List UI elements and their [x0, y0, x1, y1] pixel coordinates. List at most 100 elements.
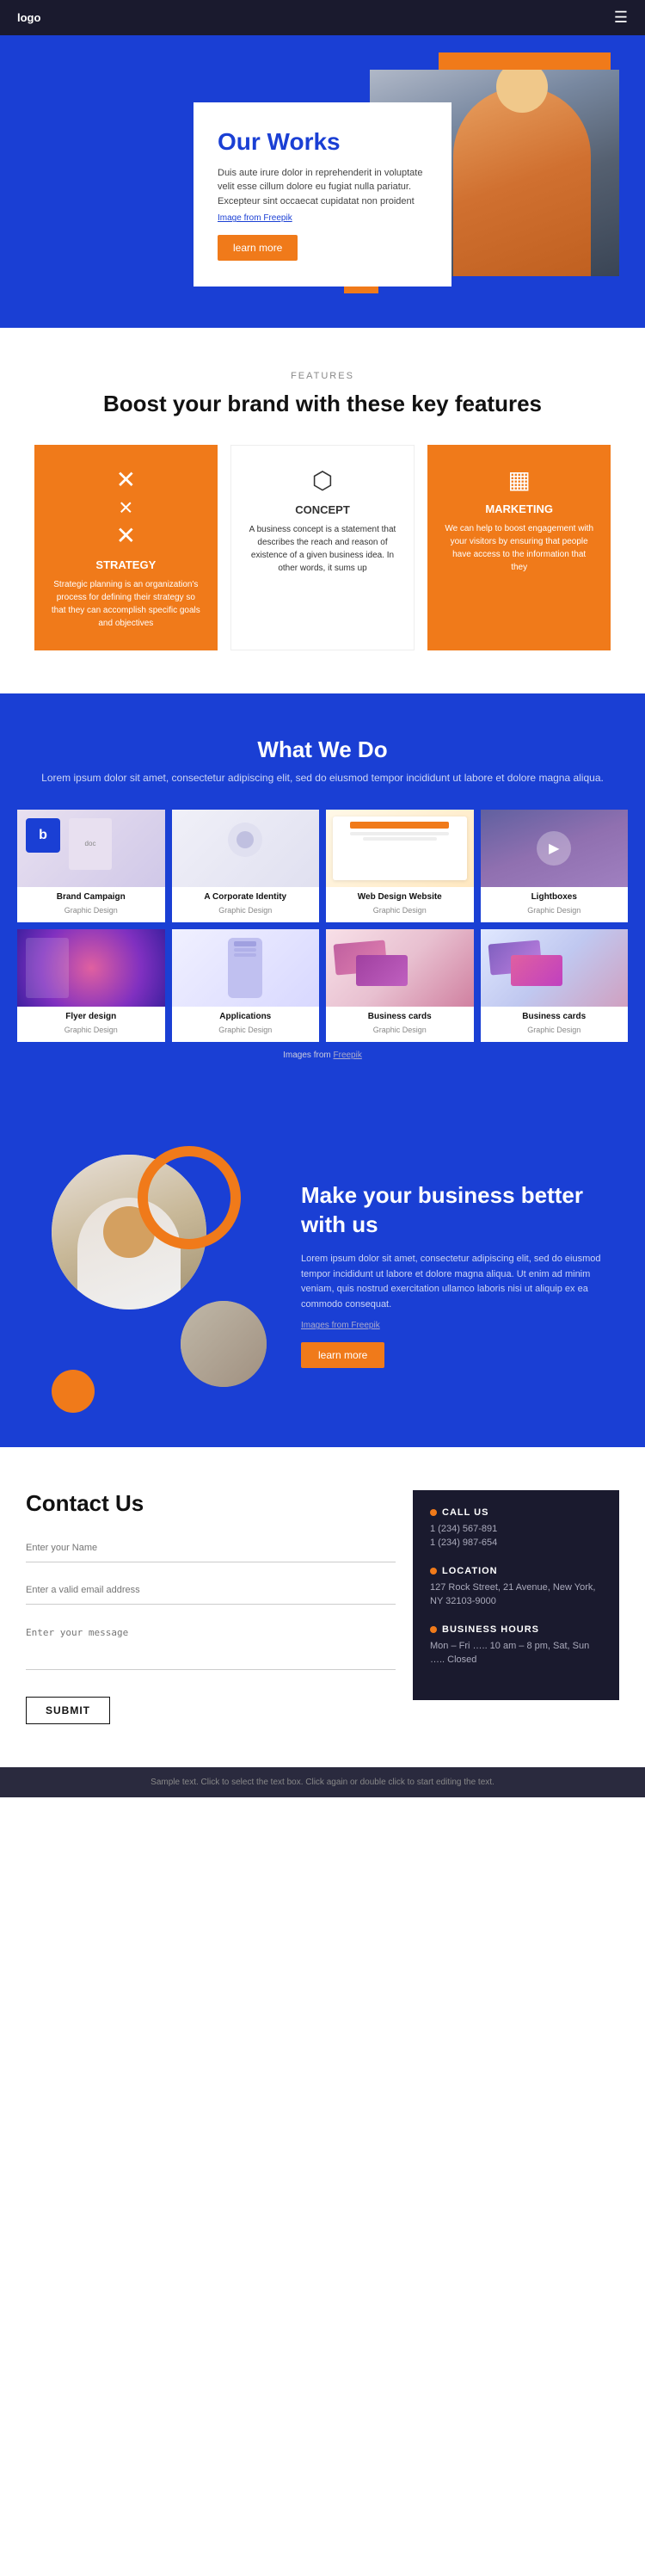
brand-doc: doc — [69, 818, 112, 870]
business-learn-button[interactable]: learn more — [301, 1342, 384, 1368]
phone-screen3 — [234, 953, 256, 957]
portfolio-thumb-1 — [172, 810, 320, 887]
images-from: Images from Freepik — [17, 1051, 628, 1060]
hero-learn-more-button[interactable]: learn more — [218, 235, 298, 261]
contact-location-label: LOCATION — [430, 1566, 602, 1576]
business-circle-small — [181, 1301, 267, 1387]
portfolio-item-3[interactable]: ▶ Lightboxes Graphic Design — [481, 810, 629, 922]
images-from-text: Images from — [283, 1051, 333, 1060]
portfolio-item-4[interactable]: Flyer design Graphic Design — [17, 929, 165, 1042]
portfolio-category-7: Graphic Design — [527, 1026, 580, 1034]
portfolio-item-5[interactable]: Applications Graphic Design — [172, 929, 320, 1042]
hero-image-from-link[interactable]: Image from Freepik — [218, 213, 427, 223]
freepik-link[interactable]: Freepik — [334, 1051, 362, 1060]
feature-card-strategy-desc: Strategic planning is an organization's … — [50, 578, 202, 630]
feature-card-marketing-title: MARKETING — [443, 502, 595, 515]
portfolio-thumb-5 — [172, 929, 320, 1007]
flyer-shape — [26, 938, 69, 998]
contact-name-input[interactable] — [26, 1534, 396, 1562]
concept-icon: ⬡ — [247, 466, 399, 495]
feature-card-strategy: ✕×✕ STRATEGY Strategic planning is an or… — [34, 445, 218, 650]
features-title: Boost your brand with these key features — [34, 390, 611, 419]
business-images-inner — [34, 1155, 275, 1396]
logo: logo — [17, 11, 40, 24]
contact-hours-item: BUSINESS HOURS Mon – Fri ….. 10 am – 8 p… — [430, 1624, 602, 1667]
hero-description: Duis aute irure dolor in reprehenderit i… — [218, 166, 427, 209]
contact-call-item: CALL US 1 (234) 567-891 1 (234) 987-654 — [430, 1507, 602, 1550]
contact-submit-button[interactable]: SUBMIT — [26, 1697, 110, 1724]
contact-form: Contact Us SUBMIT — [26, 1490, 396, 1724]
contact-phone2: 1 (234) 987-654 — [430, 1536, 602, 1550]
what-we-do-section: What We Do Lorem ipsum dolor sit amet, c… — [0, 693, 645, 1103]
call-dot — [430, 1509, 437, 1516]
brand-icon: b — [26, 818, 60, 853]
portfolio-title-2: Web Design Website — [329, 892, 470, 902]
phone-screen1 — [234, 941, 256, 946]
contact-address: 127 Rock Street, 21 Avenue, New York, NY… — [430, 1581, 602, 1609]
contact-section: Contact Us SUBMIT CALL US 1 (234) 567-89… — [0, 1447, 645, 1767]
webdesign-header — [350, 822, 449, 829]
business-description: Lorem ipsum dolor sit amet, consectetur … — [301, 1252, 611, 1312]
contact-phone1: 1 (234) 567-891 — [430, 1522, 602, 1537]
portfolio-category-2: Graphic Design — [373, 906, 427, 915]
features-section: FEATURES Boost your brand with these key… — [0, 328, 645, 693]
portfolio-thumb-2 — [326, 810, 474, 887]
small-img-bg — [181, 1301, 267, 1387]
footer: Sample text. Click to select the text bo… — [0, 1767, 645, 1797]
lightbox-play: ▶ — [537, 831, 571, 866]
call-label-text: CALL US — [442, 1507, 488, 1518]
features-cards: ✕×✕ STRATEGY Strategic planning is an or… — [34, 445, 611, 650]
header: logo ☰ — [0, 0, 645, 35]
portfolio-label-6: Business cards Graphic Design — [326, 1007, 474, 1042]
portfolio-item-1[interactable]: A Corporate Identity Graphic Design — [172, 810, 320, 922]
portfolio-category-4: Graphic Design — [64, 1026, 118, 1034]
webdesign-line2 — [363, 837, 437, 841]
portfolio-item-2[interactable]: Web Design Website Graphic Design — [326, 810, 474, 922]
contact-call-label: CALL US — [430, 1507, 602, 1518]
portfolio-label-4: Flyer design Graphic Design — [17, 1007, 165, 1042]
business-text: Make your business better with us Lorem … — [301, 1181, 611, 1368]
portfolio-thumb-3: ▶ — [481, 810, 629, 887]
hero-person-silhouette — [453, 87, 591, 276]
portfolio-title-7: Business cards — [484, 1012, 625, 1021]
portfolio-label-3: Lightboxes Graphic Design — [481, 887, 629, 922]
portfolio-label-0: Brand Campaign Graphic Design — [17, 887, 165, 922]
business-images — [34, 1155, 275, 1396]
contact-message-input[interactable] — [26, 1618, 396, 1670]
contact-title: Contact Us — [26, 1490, 396, 1517]
contact-email-input[interactable] — [26, 1576, 396, 1605]
contact-hours-label: BUSINESS HOURS — [430, 1624, 602, 1635]
feature-card-marketing: ▦ MARKETING We can help to boost engagem… — [427, 445, 611, 650]
portfolio-item-0[interactable]: b doc Brand Campaign Graphic Design — [17, 810, 165, 922]
corporate-inner-icon — [236, 831, 254, 848]
feature-card-concept-desc: A business concept is a statement that d… — [247, 523, 399, 575]
phone-mockup — [228, 938, 262, 998]
business-title: Make your business better with us — [301, 1181, 611, 1240]
portfolio-label-1: A Corporate Identity Graphic Design — [172, 887, 320, 922]
portfolio-label-2: Web Design Website Graphic Design — [326, 887, 474, 922]
business-images-link[interactable]: Images from Freepik — [301, 1321, 611, 1330]
portfolio-category-0: Graphic Design — [64, 906, 118, 915]
portfolio-category-1: Graphic Design — [218, 906, 272, 915]
hamburger-icon[interactable]: ☰ — [614, 9, 628, 27]
feature-card-concept: ⬡ CONCEPT A business concept is a statem… — [230, 445, 415, 650]
feature-card-concept-title: CONCEPT — [247, 503, 399, 516]
features-label: FEATURES — [34, 371, 611, 381]
portfolio-title-1: A Corporate Identity — [175, 892, 316, 902]
hours-dot — [430, 1626, 437, 1633]
portfolio-thumb-7 — [481, 929, 629, 1007]
portfolio-item-7[interactable]: Business cards Graphic Design — [481, 929, 629, 1042]
portfolio-item-6[interactable]: Business cards Graphic Design — [326, 929, 474, 1042]
hero-section: Our Works Duis aute irure dolor in repre… — [0, 35, 645, 328]
orange-circle-small — [52, 1370, 95, 1413]
portfolio-category-3: Graphic Design — [527, 906, 580, 915]
phone-screen2 — [234, 948, 256, 952]
portfolio-title-3: Lightboxes — [484, 892, 625, 902]
portfolio-title-0: Brand Campaign — [21, 892, 162, 902]
webdesign-line1 — [350, 832, 449, 835]
footer-text: Sample text. Click to select the text bo… — [150, 1778, 494, 1787]
orange-ring-big — [138, 1146, 241, 1249]
business-section: Make your business better with us Lorem … — [0, 1103, 645, 1447]
contact-hours: Mon – Fri ….. 10 am – 8 pm, Sat, Sun …..… — [430, 1639, 602, 1667]
feature-card-marketing-desc: We can help to boost engagement with you… — [443, 522, 595, 574]
